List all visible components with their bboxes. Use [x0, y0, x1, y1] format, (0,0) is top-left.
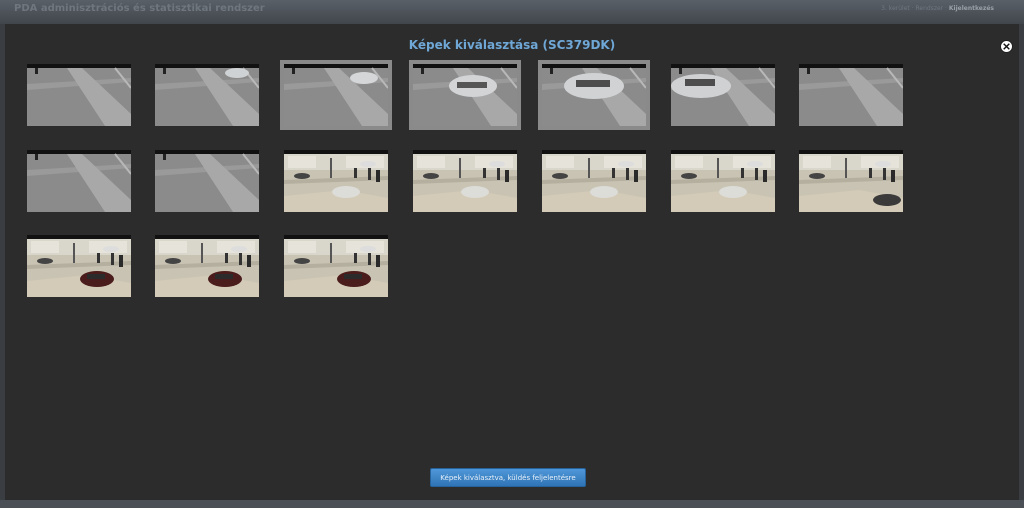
image-thumbnail[interactable]	[799, 150, 903, 212]
camera-photo	[671, 150, 775, 212]
submit-selection-button[interactable]: Képek kiválasztva, küldés feljelentésre	[430, 468, 586, 487]
camera-photo	[155, 235, 259, 297]
image-thumbnail[interactable]	[27, 150, 131, 212]
top-bar: PDA adminisztrációs és statisztikai rend…	[0, 0, 1024, 24]
nav-district-link[interactable]: 3. kerület	[881, 5, 910, 12]
image-thumbnail[interactable]	[27, 235, 131, 297]
camera-photo	[542, 64, 646, 126]
image-thumbnail[interactable]	[671, 64, 775, 126]
nav-logout-link[interactable]: Kijelentkezés	[949, 5, 994, 12]
camera-photo	[413, 64, 517, 126]
image-thumbnail[interactable]	[27, 64, 131, 126]
image-thumbnail[interactable]	[155, 150, 259, 212]
image-thumbnail[interactable]	[409, 60, 521, 130]
image-thumbnail[interactable]	[799, 64, 903, 126]
camera-photo	[284, 64, 388, 126]
image-thumbnail[interactable]	[280, 60, 392, 130]
bottom-bar	[0, 500, 1024, 508]
camera-photo	[671, 64, 775, 126]
camera-photo	[799, 64, 903, 126]
image-thumbnail[interactable]	[538, 60, 650, 130]
image-thumbnail[interactable]	[155, 235, 259, 297]
camera-photo	[27, 235, 131, 297]
close-icon	[1003, 43, 1010, 50]
image-thumbnail[interactable]	[671, 150, 775, 212]
image-thumbnail[interactable]	[542, 150, 646, 212]
camera-photo	[27, 64, 131, 126]
camera-photo	[155, 64, 259, 126]
image-thumbnail[interactable]	[284, 150, 388, 212]
modal-title: Képek kiválasztása (SC379DK)	[408, 38, 616, 52]
close-button[interactable]	[1000, 40, 1013, 53]
app-title: PDA adminisztrációs és statisztikai rend…	[14, 3, 265, 14]
camera-photo	[542, 150, 646, 212]
image-thumbnail[interactable]	[284, 235, 388, 297]
top-nav: 3. kerület · Rendszer · Kijelentkezés	[881, 5, 994, 12]
camera-photo	[284, 235, 388, 297]
camera-photo	[27, 150, 131, 212]
camera-photo	[284, 150, 388, 212]
camera-photo	[799, 150, 903, 212]
camera-photo	[155, 150, 259, 212]
camera-photo	[413, 150, 517, 212]
image-thumbnail[interactable]	[155, 64, 259, 126]
image-select-modal: Képek kiválasztása (SC379DK) Képek kivál…	[5, 24, 1019, 500]
nav-system-link[interactable]: Rendszer	[915, 5, 943, 12]
image-thumbnail[interactable]	[413, 150, 517, 212]
